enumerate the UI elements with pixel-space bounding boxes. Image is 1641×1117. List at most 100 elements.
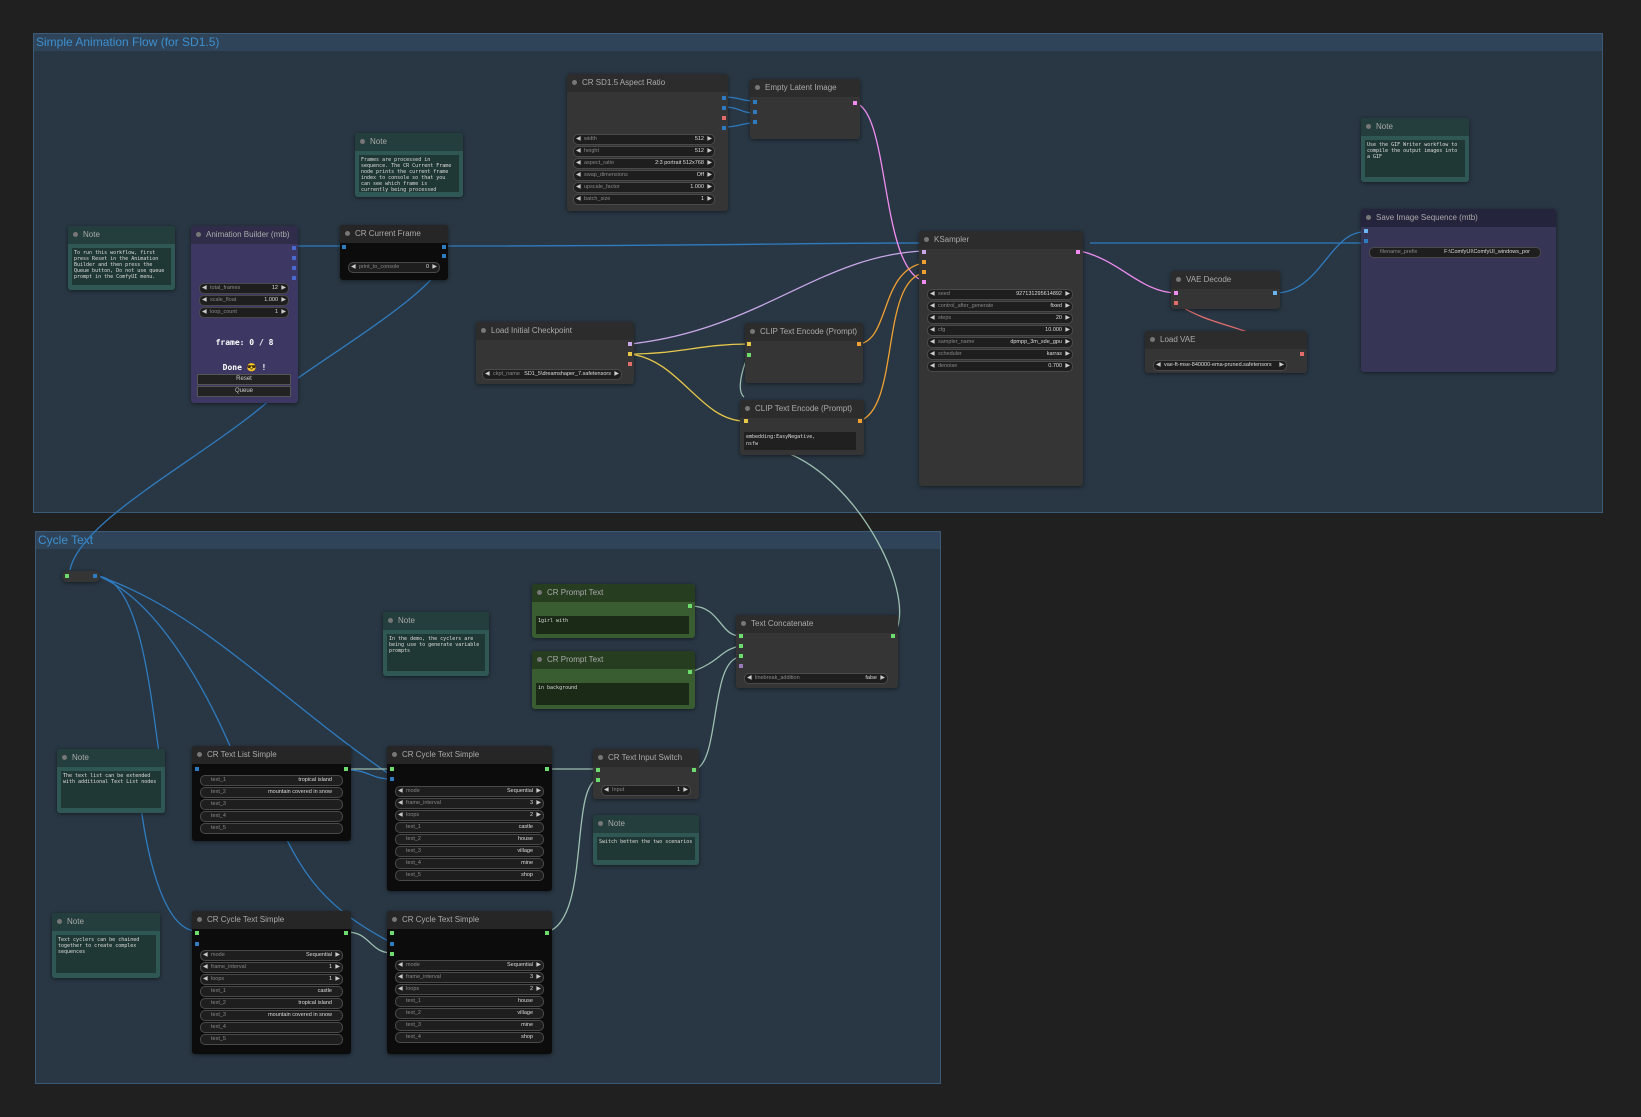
note-text[interactable]: The text list can be extended with addit… xyxy=(61,771,161,808)
output-slot[interactable] xyxy=(545,767,549,771)
load-checkpoint-node[interactable]: Load Initial Checkpoint ◀ ckpt_name SD1_5\… xyxy=(476,322,634,384)
note-text[interactable]: To run this workflow, first press Reset … xyxy=(72,248,171,285)
output-slot[interactable] xyxy=(1076,250,1080,254)
input-slot[interactable] xyxy=(747,342,751,346)
widget-text-2[interactable]: text_2 tropical island xyxy=(200,998,343,1009)
widget-seed[interactable]: ◀ seed 927131295614892 ▶ xyxy=(927,289,1073,300)
widget-control-after-generate[interactable]: ◀ control_after_generate fixed ▶ xyxy=(927,301,1073,312)
input-slot[interactable] xyxy=(744,419,748,423)
cycle-text-simple-node-2[interactable]: CR Cycle Text Simple ◀ mode Sequential ▶ ◀ f… xyxy=(192,911,351,1054)
output-slot[interactable] xyxy=(722,126,726,130)
input-slot[interactable] xyxy=(390,777,394,781)
input-slot[interactable] xyxy=(1364,239,1368,243)
widget-total-frames[interactable]: ◀ total_frames 12 ▶ xyxy=(199,283,289,294)
widget-frame-interval[interactable]: ◀ frame_interval 3 ▶ xyxy=(395,798,544,809)
cycle-text-simple-node-1[interactable]: CR Cycle Text Simple ◀ mode Sequential ▶ ◀ f… xyxy=(387,746,552,891)
widget-text-5[interactable]: text_4 shop xyxy=(395,1032,544,1043)
widget-batch-size[interactable]: ◀ batch_size 1 ▶ xyxy=(573,194,715,205)
output-slot[interactable] xyxy=(891,634,895,638)
note-text[interactable]: In the demo, the cyclers are being use t… xyxy=(387,634,485,671)
output-slot[interactable] xyxy=(857,342,861,346)
note-node-text-list[interactable]: Note The text list can be extended with … xyxy=(57,749,165,813)
widget-height[interactable]: ◀ height 512 ▶ xyxy=(573,146,715,157)
note-node-frames[interactable]: Note Frames are processed in sequence. T… xyxy=(355,133,463,197)
input-slot[interactable] xyxy=(753,100,757,104)
widget-loops[interactable]: ◀ loops 2 ▶ xyxy=(395,810,544,821)
widget-text-3[interactable]: text_3 mountain covered in snow xyxy=(200,1010,343,1021)
input-slot[interactable] xyxy=(922,270,926,274)
output-slot[interactable] xyxy=(344,767,348,771)
widget-ckpt-name[interactable]: ◀ ckpt_name SD1_5\dreamshaper_7.safetensor… xyxy=(482,369,622,380)
input-slot[interactable] xyxy=(65,574,69,578)
output-slot[interactable] xyxy=(628,342,632,346)
widget-text-4[interactable]: text_4 xyxy=(200,811,343,822)
widget-text-1[interactable]: text_1 castle xyxy=(200,986,343,997)
widget-text-4[interactable]: text_4 mine xyxy=(395,858,544,869)
output-slot[interactable] xyxy=(442,254,446,258)
clip-text-encode-positive-node[interactable]: CLIP Text Encode (Prompt) xyxy=(745,323,863,383)
prompt-text-node-1[interactable]: CR Prompt Text 1girl with xyxy=(532,584,695,638)
text-concatenate-node[interactable]: Text Concatenate ◀ linebreak_addition fals… xyxy=(736,615,898,688)
output-slot[interactable] xyxy=(722,106,726,110)
output-slot[interactable] xyxy=(292,276,296,280)
output-slot[interactable] xyxy=(93,574,97,578)
load-vae-node[interactable]: Load VAE ◀ vae-ft-mse-840000-ema-pruned.s… xyxy=(1145,331,1307,373)
output-slot[interactable] xyxy=(292,266,296,270)
output-slot[interactable] xyxy=(628,362,632,366)
input-slot[interactable] xyxy=(753,120,757,124)
input-slot[interactable] xyxy=(390,931,394,935)
clip-text-encode-negative-node[interactable]: CLIP Text Encode (Prompt) embedding:Easy… xyxy=(740,400,864,455)
output-slot[interactable] xyxy=(1300,352,1304,356)
note-node-run-instructions[interactable]: Note To run this workflow, first press R… xyxy=(68,226,175,290)
input-slot[interactable] xyxy=(195,931,199,935)
reset-button[interactable]: Reset xyxy=(197,374,291,385)
widget-swap-dimensions[interactable]: ◀ swap_dimensions Off ▶ xyxy=(573,170,715,181)
input-slot[interactable] xyxy=(195,767,199,771)
widget-width[interactable]: ◀ width 512 ▶ xyxy=(573,134,715,145)
text-input-switch-node[interactable]: CR Text Input Switch ◀ Input 1 ▶ xyxy=(593,749,699,799)
widget-mode[interactable]: ◀ mode Sequential ▶ xyxy=(395,786,544,797)
aspect-ratio-node[interactable]: CR SD1.5 Aspect Ratio ◀ width 512 ▶ ◀ height… xyxy=(567,74,728,211)
output-slot[interactable] xyxy=(688,604,692,608)
widget-loops[interactable]: ◀ loops 2 ▶ xyxy=(395,984,544,995)
widget-text-2[interactable]: text_2 house xyxy=(395,834,544,845)
widget-frame-interval[interactable]: ◀ frame_interval 3 ▶ xyxy=(395,972,544,983)
reroute-node[interactable] xyxy=(62,571,100,582)
empty-latent-node[interactable]: Empty Latent Image xyxy=(750,79,860,139)
input-slot[interactable] xyxy=(922,250,926,254)
input-slot[interactable] xyxy=(390,942,394,946)
prompt-text[interactable]: in background xyxy=(536,683,689,705)
input-slot[interactable] xyxy=(922,260,926,264)
widget-frame-interval[interactable]: ◀ frame_interval 1 ▶ xyxy=(200,962,343,973)
widget-denoise[interactable]: ◀ denoise 0.700 ▶ xyxy=(927,361,1073,372)
input-slot[interactable] xyxy=(739,654,743,658)
widget-scale-float[interactable]: ◀ scale_float 1.000 ▶ xyxy=(199,295,289,306)
widget-linebreak-addition[interactable]: ◀ linebreak_addition false ▶ xyxy=(744,673,888,684)
prompt-text[interactable]: 1girl with xyxy=(536,616,689,634)
note-node-demo-cyclers[interactable]: Note In the demo, the cyclers are being … xyxy=(383,612,489,676)
output-slot[interactable] xyxy=(853,101,857,105)
note-node-gif-writer[interactable]: Note Use the GIF Writer workflow to comp… xyxy=(1361,118,1469,182)
input-slot[interactable] xyxy=(739,664,743,668)
cycle-text-simple-node-3[interactable]: CR Cycle Text Simple ◀ mode Sequential ▶ ◀ f… xyxy=(387,911,552,1054)
output-slot[interactable] xyxy=(688,670,692,674)
widget-text-3[interactable]: text_3 village xyxy=(395,846,544,857)
widget-text-3[interactable]: text_3 xyxy=(200,799,343,810)
output-slot[interactable] xyxy=(722,96,726,100)
note-text[interactable]: Switch betten the two scenarios xyxy=(597,837,695,860)
widget-text-5[interactable]: text_5 shop xyxy=(395,870,544,881)
text-list-simple-node[interactable]: CR Text List Simple text_1 tropical islan… xyxy=(192,746,351,841)
input-slot[interactable] xyxy=(390,767,394,771)
widget-text-4[interactable]: text_3 mine xyxy=(395,1020,544,1031)
note-text[interactable]: Use the GIF Writer workflow to compile t… xyxy=(1365,140,1465,177)
widget-loops[interactable]: ◀ loops 1 ▶ xyxy=(200,974,343,985)
output-slot[interactable] xyxy=(722,116,726,120)
widget-aspect-ratio[interactable]: ◀ aspect_ratio 2:3 portrait 512x768 ▶ xyxy=(573,158,715,169)
widget-print-to-console[interactable]: ◀ print_to_console 0 ▶ xyxy=(348,262,440,273)
input-slot[interactable] xyxy=(342,245,346,249)
output-slot[interactable] xyxy=(545,931,549,935)
animation-builder-node[interactable]: Animation Builder (mtb) ◀ total_frames 12 ▶… xyxy=(191,226,298,403)
widget-sampler-name[interactable]: ◀ sampler_name dpmpp_3m_sde_gpu ▶ xyxy=(927,337,1073,348)
note-text[interactable]: Frames are processed in sequence. The CR… xyxy=(359,155,459,192)
widget-filename-prefix[interactable]: filename_prefix F:\ComfyUI\ComfyUI_window… xyxy=(1369,247,1541,258)
